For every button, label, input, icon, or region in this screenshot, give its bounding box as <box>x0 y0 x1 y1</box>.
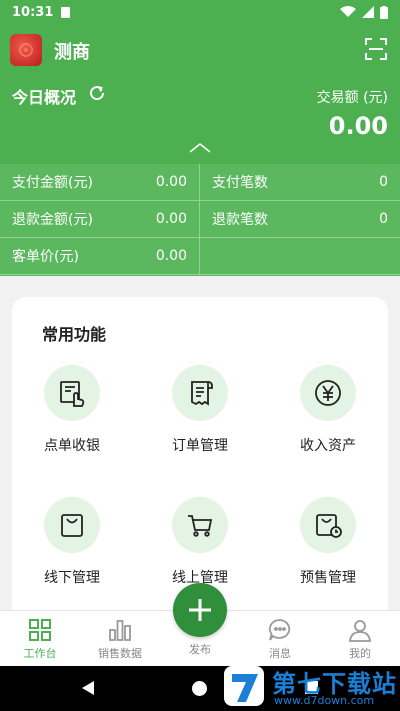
stat-label: 支付笔数 <box>212 175 268 191</box>
sim-icon <box>61 6 71 18</box>
status-bar: 10:31 <box>0 0 400 24</box>
plus-icon <box>189 599 211 621</box>
stat-label: 支付金额(元) <box>12 175 93 191</box>
bar-chart-icon <box>109 620 131 641</box>
func-orders[interactable]: 订单管理 <box>145 365 255 455</box>
trade-amount-value: 0.00 <box>328 112 388 140</box>
chat-icon <box>268 619 291 641</box>
watermark-logo-icon <box>224 666 264 706</box>
shopping-bag-icon <box>61 514 83 537</box>
stat-label: 退款金额(元) <box>12 212 93 228</box>
wifi-icon <box>340 6 356 17</box>
func-icon-circle <box>172 365 228 421</box>
func-icon-circle <box>172 497 228 553</box>
cashier-icon <box>60 381 85 407</box>
back-icon[interactable] <box>82 681 94 695</box>
watermark-url: www.d7down.com <box>274 694 375 707</box>
watermark: 第七下载站 www.d7down.com <box>222 660 400 711</box>
presale-bag-icon <box>316 514 342 538</box>
func-cashier[interactable]: 点单收银 <box>17 365 127 455</box>
nav-mine[interactable]: 我的 <box>320 617 400 661</box>
today-overview-title: 今日概况 <box>12 88 77 107</box>
func-presale[interactable]: 预售管理 <box>273 497 383 587</box>
stat-value: 0 <box>379 174 388 190</box>
func-icon-circle <box>44 497 100 553</box>
stats-grid: 支付金额(元) 0.00 支付笔数 0 退款金额(元) 0.00 退款笔数 0 … <box>0 164 400 276</box>
func-label: 点单收银 <box>44 438 100 454</box>
app-name: 测商 <box>54 42 90 63</box>
section-title: 常用功能 <box>42 325 107 344</box>
chevron-up-icon[interactable] <box>188 140 212 154</box>
func-online[interactable]: 线上管理 <box>145 497 255 587</box>
func-label: 预售管理 <box>300 570 356 586</box>
func-label: 订单管理 <box>172 438 228 454</box>
cart-icon <box>188 515 213 537</box>
nav-label: 销售数据 <box>98 647 142 660</box>
status-time: 10:31 <box>12 4 54 20</box>
stat-value: 0 <box>379 211 388 227</box>
func-income[interactable]: 收入资产 <box>273 365 383 455</box>
common-functions-card: 常用功能 点单收银 订单管理 收入资产 线下管理 线上管理 预售管理 <box>12 297 388 627</box>
nav-label: 我的 <box>349 647 371 660</box>
home-icon[interactable] <box>192 681 207 696</box>
user-icon <box>348 620 372 642</box>
nav-publish[interactable]: 发布 <box>160 641 240 657</box>
trade-amount-label: 交易额 (元) <box>316 90 388 106</box>
nav-label: 发布 <box>189 643 211 656</box>
signal-icon <box>362 6 374 18</box>
stat-pay-amount: 支付金额(元) 0.00 <box>0 164 200 201</box>
stat-label: 退款笔数 <box>212 212 268 228</box>
func-offline[interactable]: 线下管理 <box>17 497 127 587</box>
func-label: 收入资产 <box>300 438 356 454</box>
receipt-icon <box>191 381 213 406</box>
stat-refund-amount: 退款金额(元) 0.00 <box>0 201 200 238</box>
stat-value: 0.00 <box>155 211 187 227</box>
app-logo <box>10 34 42 66</box>
func-icon-circle <box>300 497 356 553</box>
publish-button[interactable] <box>173 583 227 637</box>
stat-pay-count: 支付笔数 0 <box>200 164 400 201</box>
nav-sales[interactable]: 销售数据 <box>80 617 160 661</box>
stat-label: 客单价(元) <box>12 249 79 265</box>
battery-icon <box>380 5 388 19</box>
nav-label: 消息 <box>269 647 291 660</box>
scan-icon[interactable] <box>364 37 388 61</box>
nav-workbench[interactable]: 工作台 <box>0 617 80 661</box>
stat-avg-order: 客单价(元) 0.00 <box>0 238 200 275</box>
stat-empty <box>200 238 400 275</box>
status-icons <box>340 5 388 19</box>
stat-value: 0.00 <box>155 248 187 264</box>
func-icon-circle <box>300 365 356 421</box>
grid-icon <box>29 619 51 641</box>
func-label: 线下管理 <box>44 570 100 586</box>
refresh-icon[interactable] <box>88 84 106 102</box>
stat-value: 0.00 <box>155 174 187 190</box>
stat-refund-count: 退款笔数 0 <box>200 201 400 238</box>
nav-messages[interactable]: 消息 <box>240 617 320 661</box>
nav-label: 工作台 <box>23 647 57 660</box>
func-icon-circle <box>44 365 100 421</box>
yen-icon <box>315 380 341 406</box>
header: 测商 今日概况 交易额 (元) 0.00 <box>0 24 400 164</box>
